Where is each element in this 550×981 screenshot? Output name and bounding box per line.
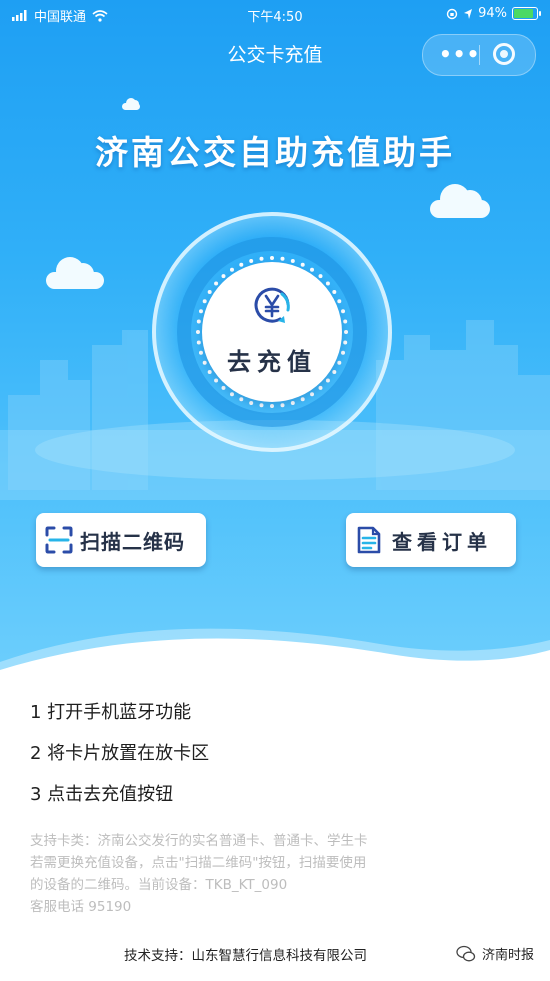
ring-dot [310,392,314,397]
note-line: 若需更换充值设备，点击"扫描二维码"按钮，扫描要使用 [30,855,367,871]
ring-dot [214,378,219,383]
ring-dot [325,281,330,286]
recharge-button[interactable]: 去充值 [202,262,342,402]
ring-dot [249,401,254,405]
ring-dot [230,267,234,272]
wechat-icon [456,945,476,961]
ring-dot [290,401,295,405]
ring-dot [199,309,203,314]
ring-dot [343,319,348,324]
ring-dot [300,397,305,402]
ring-dot [259,256,264,261]
document-icon [357,526,381,554]
app-screen: 中国联通 下午4:50 94% 公交卡充值 ••• 济南公交自助充值助手 去充值… [0,0,550,981]
view-orders-label: 查看订单 [392,529,492,554]
scan-qr-label: 扫描二维码 [80,529,185,554]
ring-dot [196,340,201,345]
ring-dot [221,385,226,390]
ring-dot [332,290,337,294]
hero-banner: 中国联通 下午4:50 94% 公交卡充值 ••• 济南公交自助充值助手 去充值… [0,0,550,690]
ring-dot [300,262,305,267]
ring-dot [207,290,212,294]
ring-dot [270,256,274,260]
ring-dot [280,256,285,261]
ring-dot [214,281,219,286]
step-item: 3 点击去充值按钮 [30,784,174,805]
ring-dot [341,309,345,314]
ring-dot [196,330,200,334]
ring-dot [239,262,244,267]
watermark: 济南时报 [456,944,534,963]
view-orders-button[interactable]: 查看订单 [346,513,516,567]
scan-frame-icon [45,526,73,554]
ring-dot [290,259,295,263]
ring-dot [221,274,226,279]
yen-refresh-icon [254,287,290,323]
info-notes: 支持卡类：济南公交发行的实名普通卡、普通卡、学生卡 若需更换充值设备，点击"扫描… [30,830,490,918]
ring-dot [325,378,330,383]
ring-dot [344,330,348,334]
ring-dot [318,274,323,279]
recharge-label: 去充值 [227,348,317,376]
ring-dot [259,403,264,408]
scan-qr-button[interactable]: 扫描二维码 [36,513,206,567]
ring-dot [318,385,323,390]
ring-dot [310,267,314,272]
step-item: 2 将卡片放置在放卡区 [30,743,210,764]
note-line: 的设备的二维码。当前设备：TKB_KT_090 [30,877,288,893]
tech-support-footer: 技术支持：山东智慧行信息科技有限公司 [124,948,367,964]
ring-dot [239,397,244,402]
watermark-text: 济南时报 [482,948,535,963]
ring-dot [280,403,285,408]
wave-divider [0,628,550,690]
ring-dot [230,392,234,397]
note-line: 客服电话 95190 [30,899,132,915]
note-line: 支持卡类：济南公交发行的实名普通卡、普通卡、学生卡 [30,833,368,849]
instruction-steps: 1 打开手机蓝牙功能 2 将卡片放置在放卡区 3 点击去充值按钮 [30,700,209,823]
ring-dot [270,404,274,408]
ring-dot [202,299,207,304]
step-item: 1 打开手机蓝牙功能 [30,702,192,723]
ring-dot [196,319,201,324]
ring-dot [343,340,348,345]
ring-dot [249,259,254,263]
ring-dot [337,299,342,304]
